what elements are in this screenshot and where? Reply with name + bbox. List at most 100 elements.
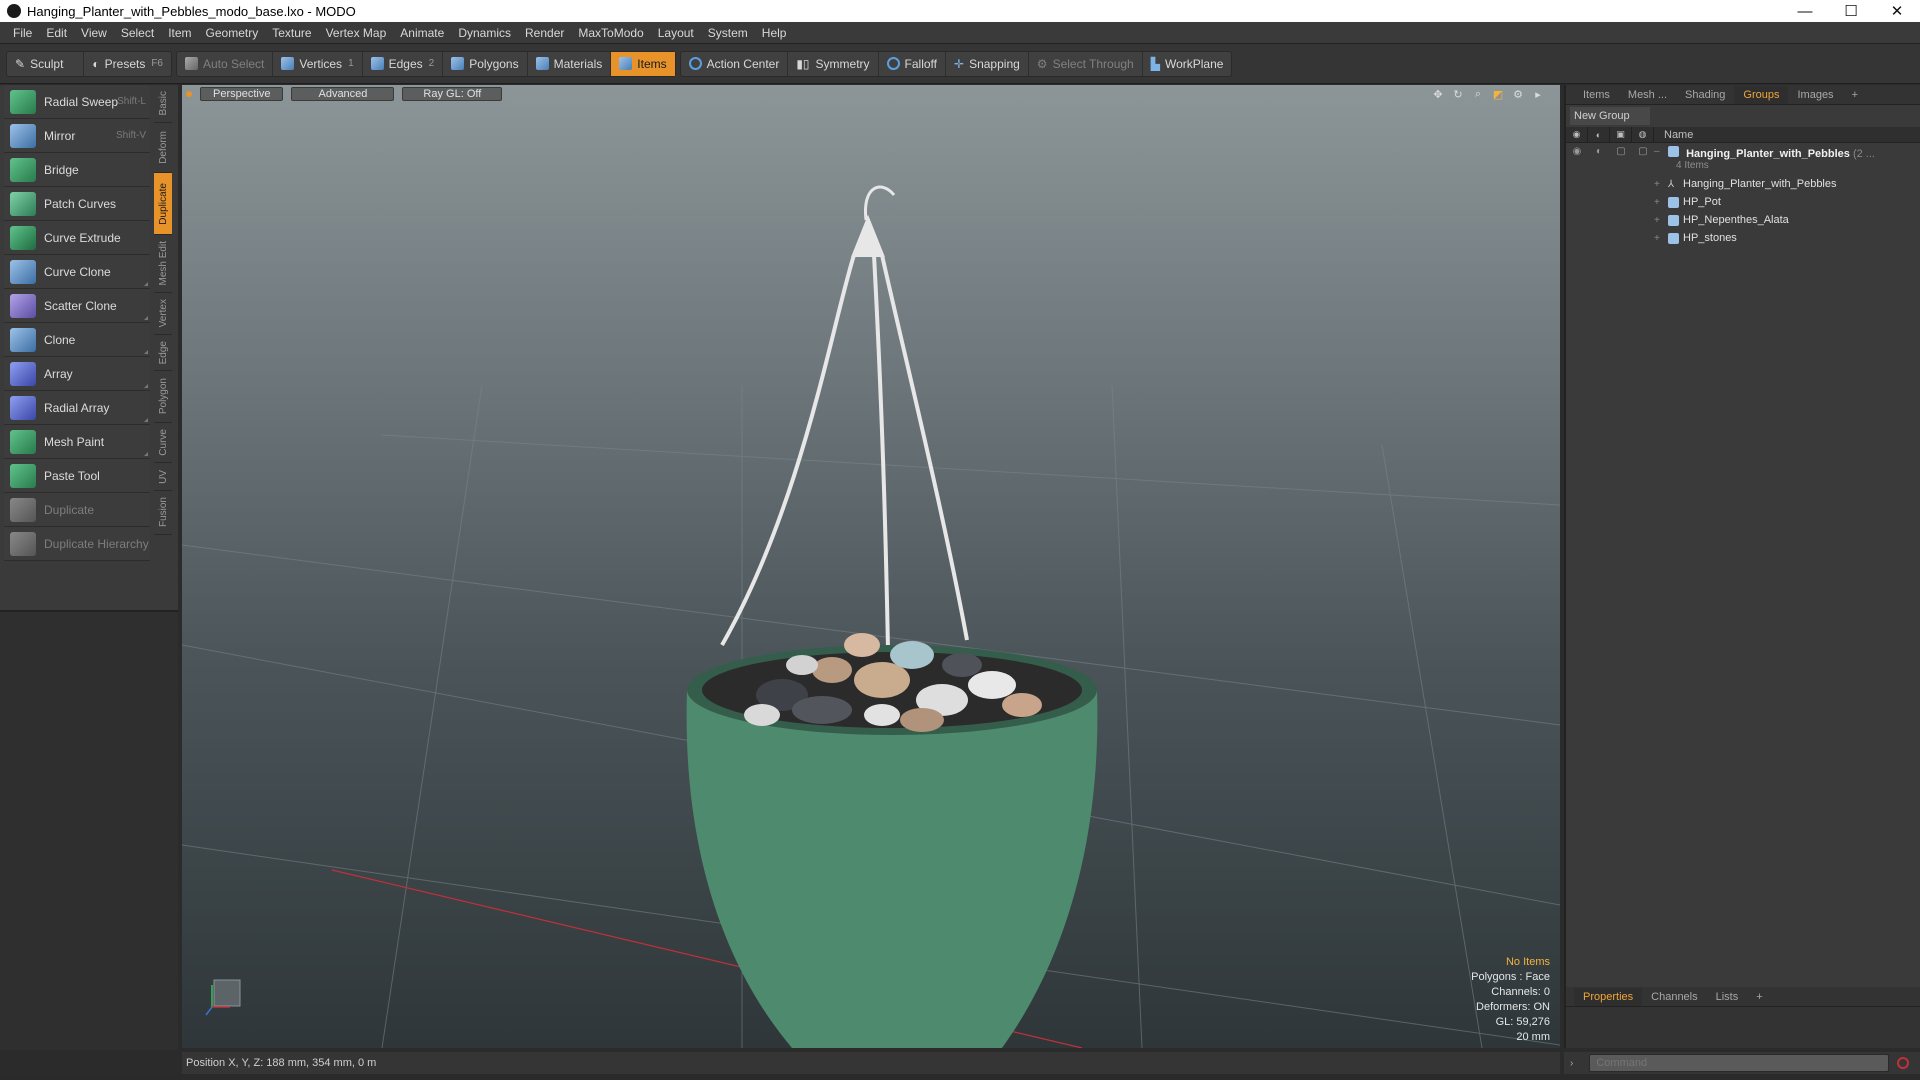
- tool-mesh-paint[interactable]: Mesh Paint: [4, 425, 150, 459]
- menu-vertex-map[interactable]: Vertex Map: [319, 22, 394, 44]
- tab-vertex[interactable]: Vertex: [154, 293, 172, 335]
- tab-basic[interactable]: Basic: [154, 85, 172, 123]
- advanced-button[interactable]: Advanced: [291, 87, 395, 101]
- tool-scatter-clone[interactable]: Scatter Clone: [4, 289, 150, 323]
- tab-mesh[interactable]: Mesh ...: [1619, 86, 1676, 104]
- menu-select[interactable]: Select: [114, 22, 161, 44]
- items-button[interactable]: Items: [611, 51, 675, 76]
- tool-patch-curves[interactable]: Patch Curves: [4, 187, 150, 221]
- menu-edit[interactable]: Edit: [39, 22, 74, 44]
- add-tab-button[interactable]: +: [1843, 86, 1867, 104]
- menu-maxtomodo[interactable]: MaxToModo: [571, 22, 650, 44]
- tab-channels[interactable]: Channels: [1642, 988, 1706, 1006]
- tab-shading[interactable]: Shading: [1676, 86, 1734, 104]
- perspective-button[interactable]: Perspective: [200, 87, 284, 101]
- tab-duplicate[interactable]: Duplicate: [154, 173, 172, 235]
- settings-gear-icon[interactable]: ⚙: [1512, 88, 1524, 101]
- tree-item[interactable]: + HP_Nepenthes_Alata: [1566, 211, 1920, 229]
- expand-icon[interactable]: +: [1654, 233, 1668, 244]
- viewport-options-dot[interactable]: [186, 91, 192, 97]
- vertices-button[interactable]: Vertices 1: [273, 51, 363, 76]
- minimize-button[interactable]: —: [1782, 0, 1828, 22]
- menu-dynamics[interactable]: Dynamics: [451, 22, 518, 44]
- tool-duplicate-hierarchy[interactable]: Duplicate Hierarchy: [4, 527, 150, 561]
- expand-icon[interactable]: +: [1654, 215, 1668, 226]
- materials-button[interactable]: Materials: [528, 51, 612, 76]
- tree-item[interactable]: + ⅄ Hanging_Planter_with_Pebbles: [1566, 175, 1920, 193]
- command-input[interactable]: [1589, 1054, 1890, 1072]
- tab-deform[interactable]: Deform: [154, 123, 172, 173]
- tab-fusion[interactable]: Fusion: [154, 491, 172, 535]
- menu-system[interactable]: System: [701, 22, 755, 44]
- rotate-icon[interactable]: ↻: [1452, 88, 1464, 101]
- sculpt-button[interactable]: ✎ Sculpt: [7, 51, 85, 76]
- lock-checkbox-icon[interactable]: ▢: [1610, 146, 1632, 157]
- menu-texture[interactable]: Texture: [265, 22, 318, 44]
- tool-duplicate[interactable]: Duplicate: [4, 493, 150, 527]
- 3d-viewport[interactable]: Perspective Advanced Ray GL: Off ✥ ↻ ⌕ ◩…: [182, 85, 1560, 1048]
- render-icon[interactable]: ◐: [1588, 126, 1610, 143]
- tool-paste-tool[interactable]: Paste Tool: [4, 459, 150, 493]
- menu-layout[interactable]: Layout: [651, 22, 701, 44]
- polygons-button[interactable]: Polygons: [443, 51, 528, 76]
- render-icon[interactable]: ◐: [1588, 146, 1610, 157]
- visibility-eye-icon[interactable]: ◉: [1566, 126, 1588, 143]
- menu-render[interactable]: Render: [518, 22, 571, 44]
- tool-clone[interactable]: Clone: [4, 323, 150, 357]
- tab-items[interactable]: Items: [1574, 86, 1619, 104]
- tab-uv[interactable]: UV: [154, 463, 172, 491]
- add-tab-button[interactable]: +: [1747, 988, 1771, 1006]
- tab-lists[interactable]: Lists: [1707, 988, 1748, 1006]
- visibility-eye-icon[interactable]: ◉: [1566, 146, 1588, 157]
- tab-curve[interactable]: Curve: [154, 423, 172, 463]
- menu-geometry[interactable]: Geometry: [199, 22, 266, 44]
- tree-item[interactable]: + HP_stones: [1566, 229, 1920, 247]
- tab-images[interactable]: Images: [1788, 86, 1842, 104]
- tool-array[interactable]: Array: [4, 357, 150, 391]
- tool-radial-array[interactable]: Radial Array: [4, 391, 150, 425]
- presets-button[interactable]: ◐ Presets F6: [84, 52, 171, 76]
- tool-mirror[interactable]: Mirror Shift-V: [4, 119, 150, 153]
- menu-animate[interactable]: Animate: [393, 22, 451, 44]
- zoom-icon[interactable]: ⌕: [1472, 88, 1484, 100]
- pan-icon[interactable]: ✥: [1432, 88, 1444, 101]
- fit-icon[interactable]: ◩: [1492, 88, 1504, 101]
- tool-radial-sweep[interactable]: Radial Sweep Shift-L: [4, 85, 150, 119]
- tab-mesh-edit[interactable]: Mesh Edit: [154, 235, 172, 293]
- raygl-button[interactable]: Ray GL: Off: [402, 87, 503, 101]
- workplane-button[interactable]: ▙ WorkPlane: [1143, 52, 1232, 76]
- name-column-header[interactable]: Name: [1654, 129, 1693, 141]
- expand-arrow-icon[interactable]: ▸: [1532, 88, 1544, 101]
- new-group-button[interactable]: New Group: [1570, 107, 1650, 125]
- tool-bridge[interactable]: Bridge: [4, 153, 150, 187]
- snapping-button[interactable]: ✛ Snapping: [946, 51, 1029, 76]
- menu-file[interactable]: File: [6, 22, 39, 44]
- group-row[interactable]: ◉ ◐ ▢ ▢ – Hanging_Planter_with_Pebbles (…: [1566, 143, 1920, 175]
- tool-curve-clone[interactable]: Curve Clone: [4, 255, 150, 289]
- expand-icon[interactable]: +: [1654, 179, 1668, 190]
- tab-groups[interactable]: Groups: [1734, 85, 1789, 104]
- maximize-button[interactable]: ☐: [1828, 0, 1874, 22]
- lock-icon[interactable]: ▣: [1610, 126, 1632, 143]
- tab-properties[interactable]: Properties: [1574, 987, 1643, 1006]
- menu-help[interactable]: Help: [755, 22, 794, 44]
- tab-polygon[interactable]: Polygon: [154, 371, 172, 423]
- collapse-icon[interactable]: –: [1654, 146, 1668, 157]
- select-through-button[interactable]: ⚙ Select Through: [1029, 51, 1143, 76]
- tool-options-indicator: [144, 384, 148, 388]
- menu-item[interactable]: Item: [161, 22, 198, 44]
- menu-view[interactable]: View: [74, 22, 114, 44]
- tree-item[interactable]: + HP_Pot: [1566, 193, 1920, 211]
- auto-select-button[interactable]: Auto Select: [177, 51, 274, 76]
- expand-icon[interactable]: +: [1654, 197, 1668, 208]
- action-center-button[interactable]: Action Center: [681, 51, 789, 76]
- select-icon[interactable]: ◍: [1632, 126, 1654, 143]
- tool-curve-extrude[interactable]: Curve Extrude: [4, 221, 150, 255]
- select-checkbox-icon[interactable]: ▢: [1632, 146, 1654, 157]
- edges-button[interactable]: Edges 2: [363, 51, 444, 76]
- symmetry-button[interactable]: ▮▯ Symmetry: [788, 51, 879, 76]
- close-button[interactable]: ✕: [1874, 0, 1920, 22]
- falloff-button[interactable]: Falloff: [879, 51, 947, 76]
- tab-edge[interactable]: Edge: [154, 335, 172, 371]
- record-icon[interactable]: [1897, 1057, 1910, 1069]
